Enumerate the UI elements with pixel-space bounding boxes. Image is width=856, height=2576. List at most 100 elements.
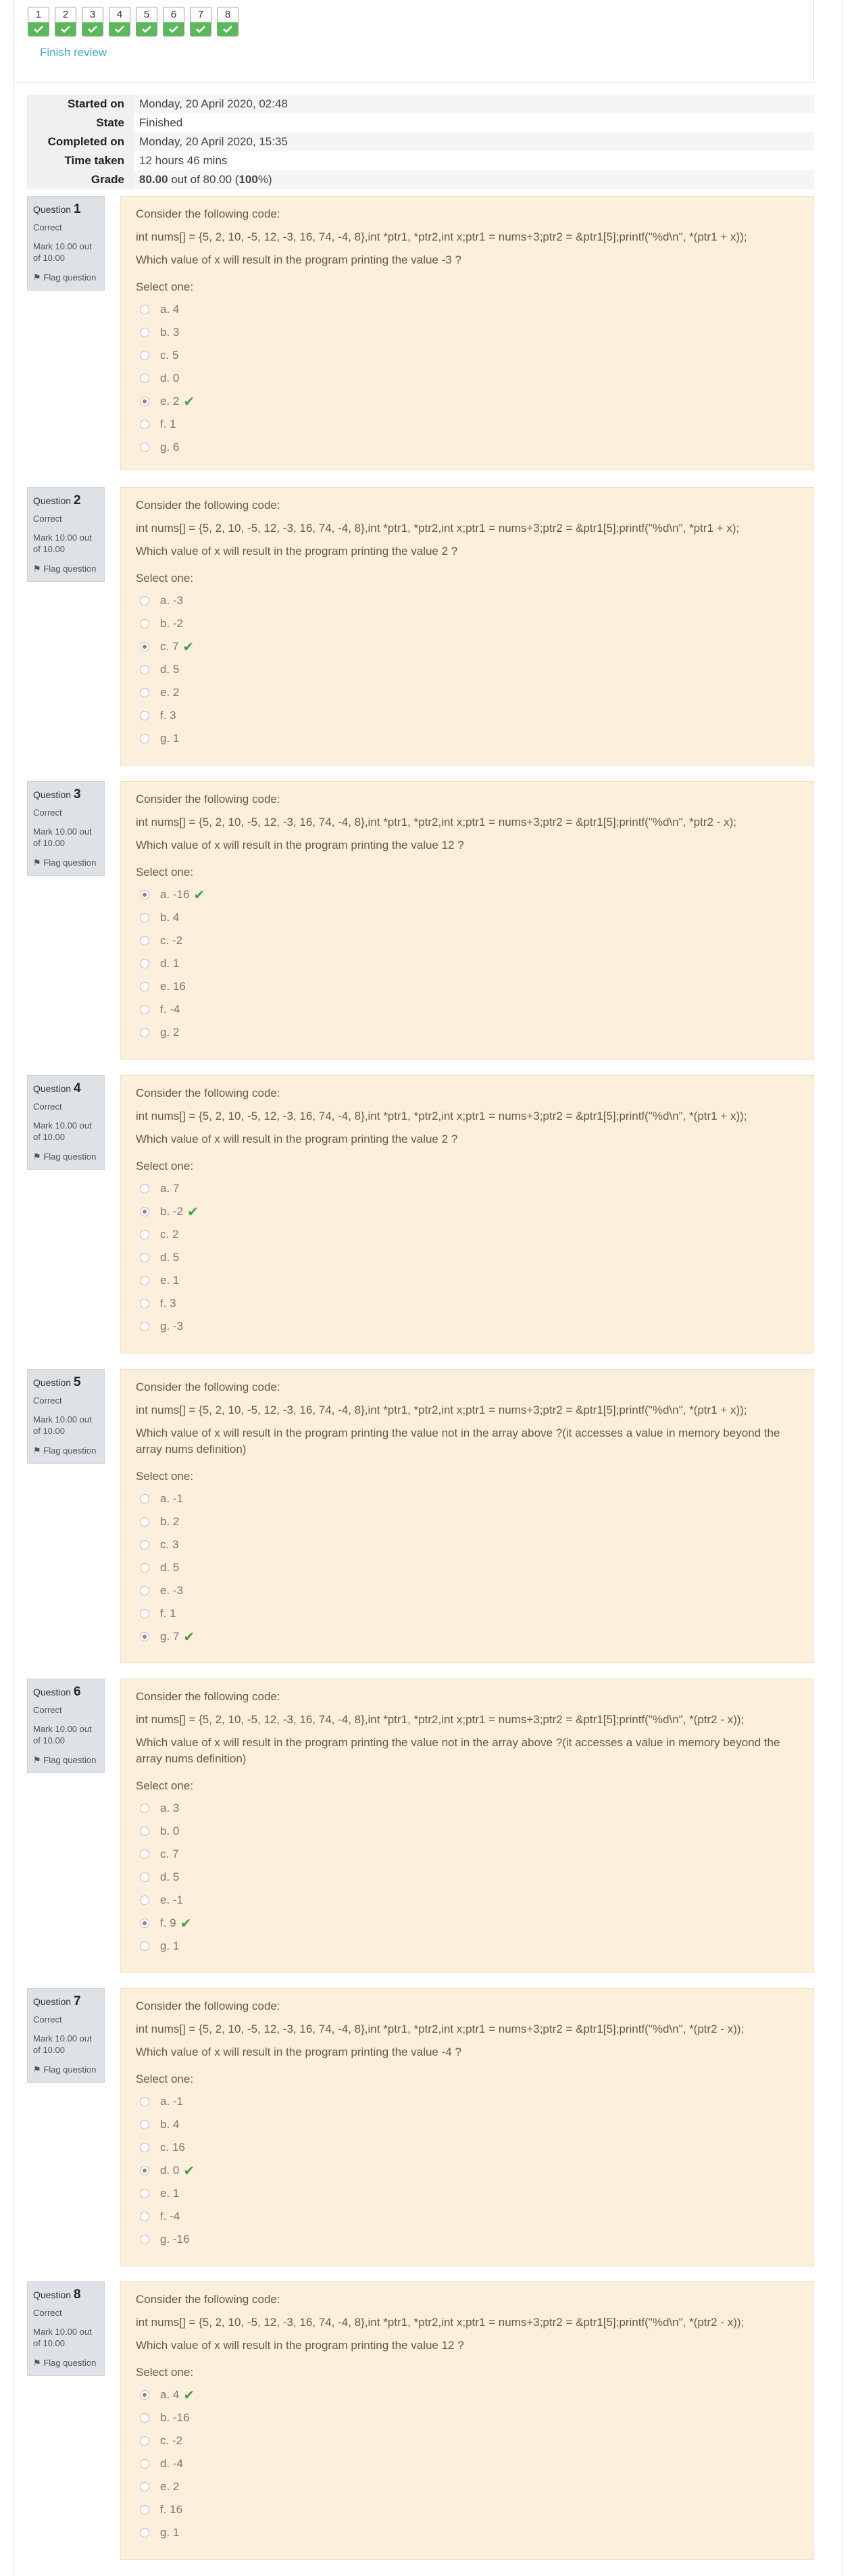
radio-button[interactable] xyxy=(140,2166,149,2175)
answer-option[interactable]: a. -3 xyxy=(136,589,799,612)
question-nav-button-5[interactable]: 5 xyxy=(136,7,157,36)
radio-button[interactable] xyxy=(140,2505,149,2515)
answer-option[interactable]: e. 1 xyxy=(136,1269,799,1292)
radio-button[interactable] xyxy=(140,443,149,452)
radio-button[interactable] xyxy=(140,1586,149,1595)
radio-button[interactable] xyxy=(140,936,149,945)
flag-question-link[interactable]: ⚑ Flag question xyxy=(33,272,99,283)
radio-button[interactable] xyxy=(140,2143,149,2152)
radio-button[interactable] xyxy=(140,1632,149,1641)
answer-option[interactable]: g. 6 xyxy=(136,436,799,459)
answer-option[interactable]: c. 2 xyxy=(136,1223,799,1246)
answer-option[interactable]: b. -2 ✔ xyxy=(136,1200,799,1223)
radio-button[interactable] xyxy=(140,420,149,429)
answer-option[interactable]: d. 5 xyxy=(136,1246,799,1269)
radio-button[interactable] xyxy=(140,1896,149,1905)
answer-option[interactable]: f. 9 ✔ xyxy=(136,1912,799,1935)
answer-option[interactable]: b. 0 xyxy=(136,1820,799,1843)
answer-option[interactable]: d. 0 xyxy=(136,367,799,390)
answer-option[interactable]: b. -16 xyxy=(136,2406,799,2429)
answer-option[interactable]: f. -4 xyxy=(136,998,799,1021)
radio-button[interactable] xyxy=(140,2482,149,2492)
answer-option[interactable]: c. -2 xyxy=(136,929,799,952)
question-nav-button-6[interactable]: 6 xyxy=(163,7,184,36)
question-nav-button-7[interactable]: 7 xyxy=(190,7,211,36)
answer-option[interactable]: f. 1 xyxy=(136,1602,799,1625)
radio-button[interactable] xyxy=(140,2413,149,2423)
answer-option[interactable]: d. 5 xyxy=(136,1556,799,1579)
radio-button[interactable] xyxy=(140,1540,149,1550)
answer-option[interactable]: d. 5 xyxy=(136,658,799,681)
radio-button[interactable] xyxy=(140,1517,149,1527)
radio-button[interactable] xyxy=(140,734,149,743)
radio-button[interactable] xyxy=(140,1494,149,1504)
answer-option[interactable]: e. -3 xyxy=(136,1579,799,1602)
question-nav-button-4[interactable]: 4 xyxy=(109,7,130,36)
radio-button[interactable] xyxy=(140,2436,149,2446)
answer-option[interactable]: g. 2 xyxy=(136,1021,799,1044)
question-nav-button-2[interactable]: 2 xyxy=(55,7,76,36)
answer-option[interactable]: a. 4 xyxy=(136,298,799,321)
question-nav-button-1[interactable]: 1 xyxy=(28,7,49,36)
radio-button[interactable] xyxy=(140,665,149,674)
answer-option[interactable]: e. 16 xyxy=(136,975,799,998)
answer-option[interactable]: c. 5 xyxy=(136,344,799,367)
radio-button[interactable] xyxy=(140,2120,149,2129)
radio-button[interactable] xyxy=(140,982,149,991)
answer-option[interactable]: e. 1 xyxy=(136,2182,799,2205)
radio-button[interactable] xyxy=(140,1253,149,1262)
answer-option[interactable]: a. -1 xyxy=(136,1487,799,1510)
radio-button[interactable] xyxy=(140,890,149,899)
radio-button[interactable] xyxy=(140,2212,149,2221)
radio-button[interactable] xyxy=(140,2528,149,2537)
answer-option[interactable]: f. -4 xyxy=(136,2205,799,2228)
answer-option[interactable]: e. 2 ✔ xyxy=(136,390,799,413)
answer-option[interactable]: f. 3 xyxy=(136,1292,799,1315)
radio-button[interactable] xyxy=(140,1207,149,1216)
radio-button[interactable] xyxy=(140,2459,149,2469)
radio-button[interactable] xyxy=(140,1873,149,1882)
radio-button[interactable] xyxy=(140,374,149,383)
answer-option[interactable]: d. 5 xyxy=(136,1866,799,1889)
answer-option[interactable]: e. 2 xyxy=(136,2475,799,2498)
answer-option[interactable]: c. -2 xyxy=(136,2429,799,2452)
answer-option[interactable]: b. 4 xyxy=(136,906,799,929)
answer-option[interactable]: f. 1 xyxy=(136,413,799,436)
radio-button[interactable] xyxy=(140,1299,149,1308)
radio-button[interactable] xyxy=(140,2235,149,2244)
answer-option[interactable]: c. 3 xyxy=(136,1533,799,1556)
answer-option[interactable]: d. -4 xyxy=(136,2452,799,2475)
answer-option[interactable]: g. 7 ✔ xyxy=(136,1625,799,1648)
radio-button[interactable] xyxy=(140,1827,149,1836)
answer-option[interactable]: f. 16 xyxy=(136,2498,799,2521)
radio-button[interactable] xyxy=(140,305,149,314)
answer-option[interactable]: b. 3 xyxy=(136,321,799,344)
finish-review-link[interactable]: Finish review xyxy=(40,46,107,59)
flag-question-link[interactable]: ⚑ Flag question xyxy=(33,1754,99,1766)
flag-question-link[interactable]: ⚑ Flag question xyxy=(33,563,99,574)
radio-button[interactable] xyxy=(140,711,149,720)
radio-button[interactable] xyxy=(140,596,149,605)
radio-button[interactable] xyxy=(140,642,149,651)
answer-option[interactable]: a. -1 xyxy=(136,2090,799,2113)
flag-question-link[interactable]: ⚑ Flag question xyxy=(33,857,99,868)
radio-button[interactable] xyxy=(140,959,149,968)
answer-option[interactable]: c. 16 xyxy=(136,2136,799,2159)
radio-button[interactable] xyxy=(140,397,149,406)
answer-option[interactable]: e. 2 xyxy=(136,681,799,704)
answer-option[interactable]: g. -16 xyxy=(136,2228,799,2251)
radio-button[interactable] xyxy=(140,688,149,697)
answer-option[interactable]: c. 7 xyxy=(136,1843,799,1866)
answer-option[interactable]: g. 1 xyxy=(136,1935,799,1958)
flag-question-link[interactable]: ⚑ Flag question xyxy=(33,1445,99,1456)
answer-option[interactable]: b. 4 xyxy=(136,2113,799,2136)
radio-button[interactable] xyxy=(140,2390,149,2400)
answer-option[interactable]: d. 0 ✔ xyxy=(136,2159,799,2182)
radio-button[interactable] xyxy=(140,619,149,628)
radio-button[interactable] xyxy=(140,1276,149,1285)
answer-option[interactable]: a. 4 ✔ xyxy=(136,2383,799,2406)
answer-option[interactable]: g. 1 xyxy=(136,2521,799,2544)
radio-button[interactable] xyxy=(140,2097,149,2106)
radio-button[interactable] xyxy=(140,1918,149,1928)
radio-button[interactable] xyxy=(140,2189,149,2198)
